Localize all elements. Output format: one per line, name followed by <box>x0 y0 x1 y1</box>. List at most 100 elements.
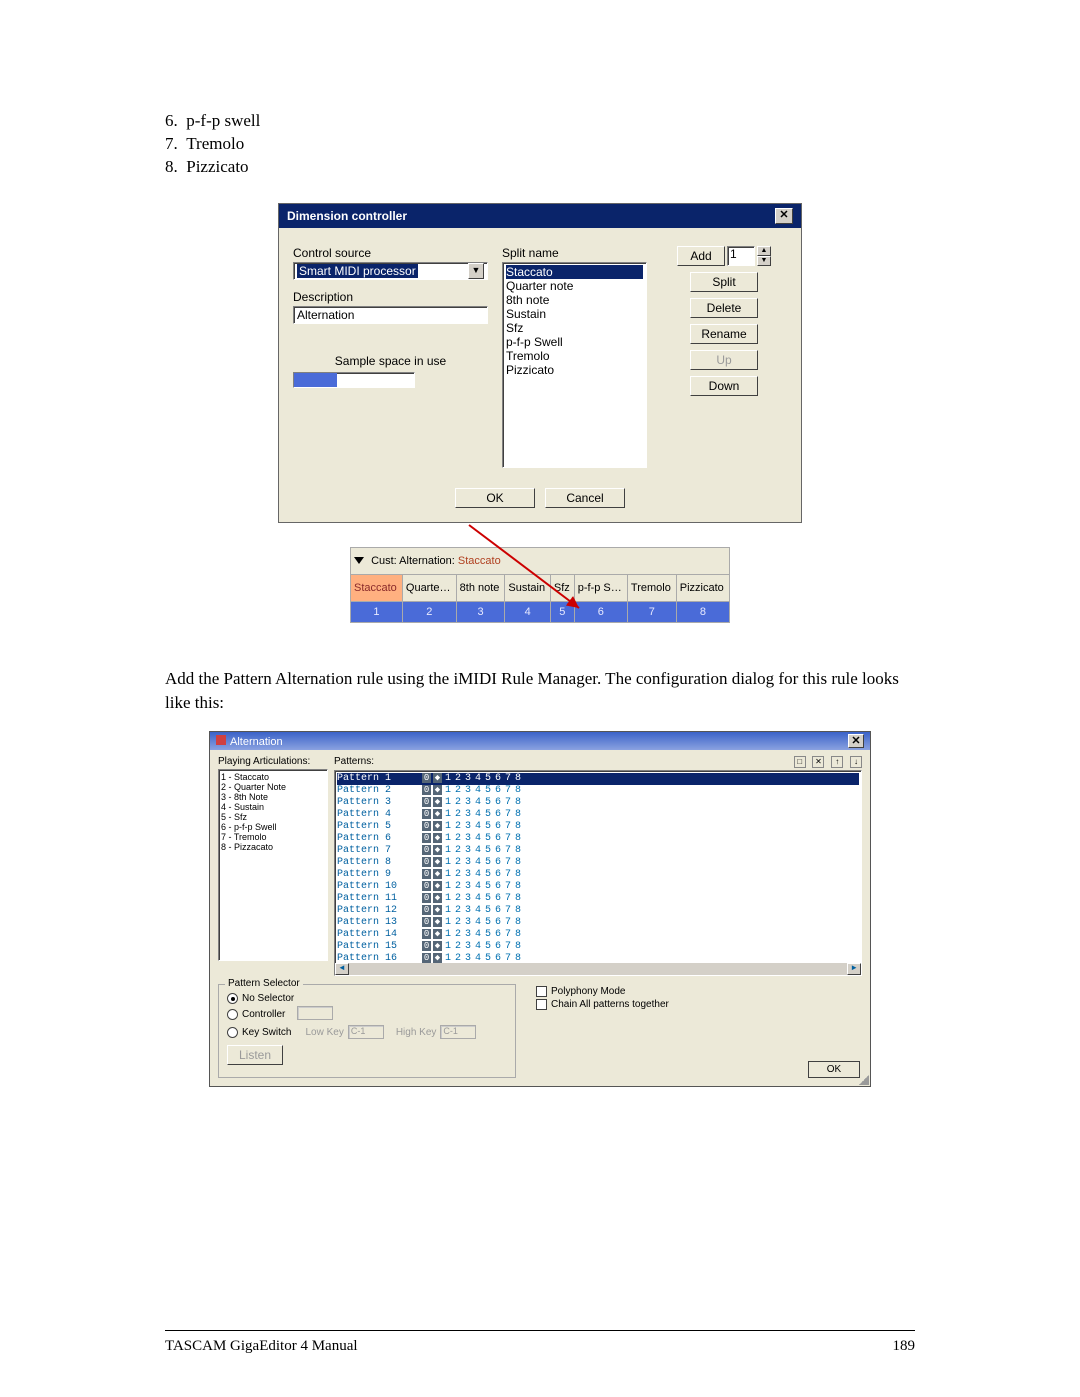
pattern-row[interactable]: Pattern 13 0◆12345678 <box>337 917 859 929</box>
articulation-item[interactable]: 7 - Tremolo <box>221 832 325 842</box>
cust-col[interactable]: p-f-p S… <box>574 574 627 601</box>
pattern-row[interactable]: Pattern 1 0◆12345678 <box>337 773 859 785</box>
pattern-row[interactable]: Pattern 9 0◆12345678 <box>337 869 859 881</box>
tool-icon[interactable]: □ <box>794 756 806 768</box>
resize-grip-icon[interactable] <box>859 1075 869 1085</box>
pattern-selector-group: Pattern Selector No Selector Controller … <box>218 984 516 1078</box>
pattern-row[interactable]: Pattern 8 0◆12345678 <box>337 857 859 869</box>
cust-col[interactable]: Pizzicato <box>676 574 729 601</box>
add-count-input[interactable]: 1 <box>727 246 755 266</box>
split-item[interactable]: p-f-p Swell <box>506 335 643 349</box>
pattern-row[interactable]: Pattern 10 0◆12345678 <box>337 881 859 893</box>
pattern-toolbar: □ ✕ ↑ ↓ <box>790 756 862 768</box>
horizontal-scrollbar[interactable]: ◄► <box>335 963 861 975</box>
down-button[interactable]: Down <box>690 376 758 396</box>
cust-col[interactable]: Tremolo <box>627 574 676 601</box>
listen-button[interactable]: Listen <box>227 1045 283 1065</box>
footer-rule <box>165 1330 915 1331</box>
cust-title: Cust: Alternation: Staccato <box>351 547 730 574</box>
description-label: Description <box>293 290 488 304</box>
sample-space-progress <box>293 372 415 388</box>
cust-col[interactable]: Sfz <box>550 574 574 601</box>
articulation-item[interactable]: 5 - Sfz <box>221 812 325 822</box>
triangle-down-icon <box>354 557 364 564</box>
control-source-dropdown[interactable]: Smart MIDI processor ▼ <box>293 262 488 280</box>
cancel-button[interactable]: Cancel <box>545 488 625 508</box>
footer-page: 189 <box>893 1338 916 1355</box>
up-button[interactable]: Up <box>690 350 758 370</box>
pattern-row[interactable]: Pattern 4 0◆12345678 <box>337 809 859 821</box>
cust-index: 4 <box>505 601 551 622</box>
delete-button[interactable]: Delete <box>690 298 758 318</box>
articulation-item[interactable]: 8 - Pizzacato <box>221 842 325 852</box>
key-switch-radio[interactable]: Key Switch Low Key C-1 High Key C-1 <box>227 1025 507 1039</box>
pattern-row[interactable]: Pattern 7 0◆12345678 <box>337 845 859 857</box>
spin-arrows[interactable]: ▲▼ <box>757 246 771 266</box>
split-button[interactable]: Split <box>690 272 758 292</box>
split-item[interactable]: Sfz <box>506 321 643 335</box>
pattern-row[interactable]: Pattern 2 0◆12345678 <box>337 785 859 797</box>
articulations-list[interactable]: 1 - Staccato2 - Quarter Note3 - 8th Note… <box>218 769 328 961</box>
polyphony-check[interactable]: Polyphony Mode <box>536 986 862 997</box>
cust-col[interactable]: Quarte… <box>402 574 456 601</box>
split-name-label: Split name <box>502 246 647 260</box>
pattern-row[interactable]: Pattern 6 0◆12345678 <box>337 833 859 845</box>
add-button[interactable]: Add <box>677 246 725 266</box>
cust-col[interactable]: Sustain <box>505 574 551 601</box>
split-item[interactable]: 8th note <box>506 293 643 307</box>
cust-col[interactable]: Staccato <box>351 574 403 601</box>
controller-radio[interactable]: Controller <box>227 1006 507 1023</box>
articulation-item[interactable]: 6 - p-f-p Swell <box>221 822 325 832</box>
pattern-row[interactable]: Pattern 5 0◆12345678 <box>337 821 859 833</box>
articulation-item[interactable]: 2 - Quarter Note <box>221 782 325 792</box>
cust-index: 8 <box>676 601 729 622</box>
low-key-input[interactable]: C-1 <box>348 1025 384 1039</box>
tool-icon[interactable]: ✕ <box>812 756 824 768</box>
tool-icon[interactable]: ↓ <box>850 756 862 768</box>
numbered-list: 6. p-f-p swell 7. Tremolo 8. Pizzicato <box>165 110 915 179</box>
chevron-down-icon[interactable]: ▼ <box>468 263 484 279</box>
split-item[interactable]: Pizzicato <box>506 363 643 377</box>
articulation-item[interactable]: 4 - Sustain <box>221 802 325 812</box>
split-item[interactable]: Tremolo <box>506 349 643 363</box>
description-input[interactable]: Alternation <box>293 306 488 324</box>
no-selector-radio[interactable]: No Selector <box>227 993 507 1004</box>
split-name-list[interactable]: StaccatoQuarter note8th noteSustainSfzp-… <box>502 262 647 468</box>
cust-index: 5 <box>550 601 574 622</box>
footer-left: TASCAM GigaEditor 4 Manual <box>165 1338 358 1355</box>
split-item[interactable]: Sustain <box>506 307 643 321</box>
dialog-title: Dimension controller <box>287 209 407 223</box>
ok-button[interactable]: OK <box>455 488 535 508</box>
alternation-dialog: Alternation ✕ Playing Articulations: 1 -… <box>209 731 871 1087</box>
sample-space-label: Sample space in use <box>293 354 488 368</box>
pattern-row[interactable]: Pattern 11 0◆12345678 <box>337 893 859 905</box>
list-item: 8. Pizzicato <box>165 156 915 179</box>
cust-index: 6 <box>574 601 627 622</box>
cust-col[interactable]: 8th note <box>456 574 505 601</box>
pattern-row[interactable]: Pattern 14 0◆12345678 <box>337 929 859 941</box>
split-item[interactable]: Staccato <box>506 265 643 279</box>
ok-button[interactable]: OK <box>808 1061 860 1078</box>
patterns-grid[interactable]: Pattern 1 0◆12345678Pattern 2 0◆12345678… <box>334 770 862 976</box>
pattern-row[interactable]: Pattern 3 0◆12345678 <box>337 797 859 809</box>
split-item[interactable]: Quarter note <box>506 279 643 293</box>
list-item: 7. Tremolo <box>165 133 915 156</box>
tool-icon[interactable]: ↑ <box>831 756 843 768</box>
patterns-label: Patterns: <box>334 756 374 768</box>
high-key-input[interactable]: C-1 <box>440 1025 476 1039</box>
close-icon[interactable]: ✕ <box>775 208 793 224</box>
app-icon <box>216 735 226 745</box>
articulation-item[interactable]: 1 - Staccato <box>221 772 325 782</box>
controller-dropdown[interactable] <box>297 1006 333 1020</box>
pattern-row[interactable]: Pattern 15 0◆12345678 <box>337 941 859 953</box>
rename-button[interactable]: Rename <box>690 324 758 344</box>
dialog-title: Alternation <box>230 736 283 748</box>
cust-index: 2 <box>402 601 456 622</box>
cust-index: 3 <box>456 601 505 622</box>
dimension-controller-dialog: Dimension controller ✕ Control source Sm… <box>278 203 802 523</box>
control-source-label: Control source <box>293 246 488 260</box>
articulation-item[interactable]: 3 - 8th Note <box>221 792 325 802</box>
close-icon[interactable]: ✕ <box>848 734 864 748</box>
pattern-row[interactable]: Pattern 12 0◆12345678 <box>337 905 859 917</box>
chain-check[interactable]: Chain All patterns together <box>536 999 862 1010</box>
